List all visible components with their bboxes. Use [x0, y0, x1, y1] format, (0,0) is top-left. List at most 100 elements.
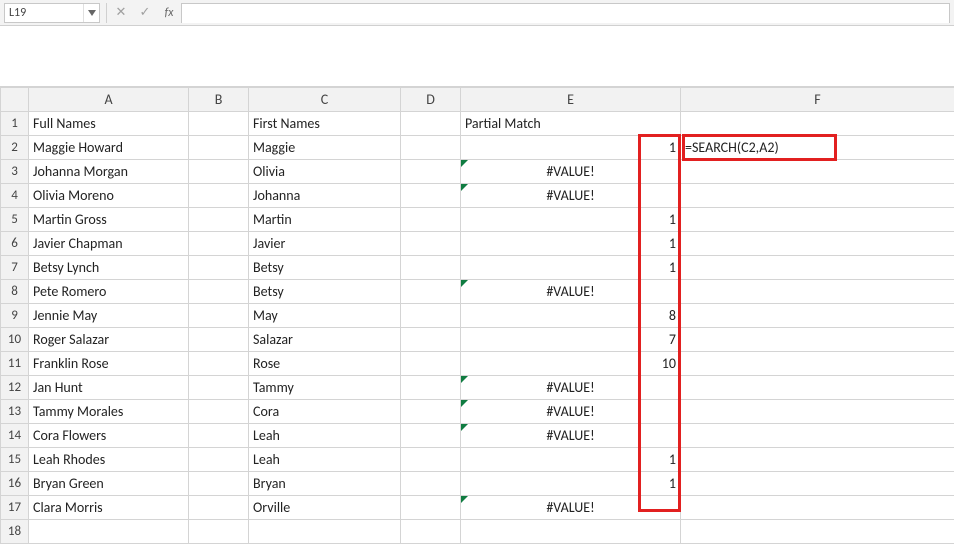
row-header[interactable]: 5 — [1, 208, 29, 232]
row-header[interactable]: 18 — [1, 520, 29, 544]
cell-F6[interactable] — [681, 232, 954, 256]
cell-F1[interactable] — [681, 112, 954, 136]
cell-D17[interactable] — [401, 496, 461, 520]
name-box[interactable] — [5, 4, 83, 22]
cell-B13[interactable] — [189, 400, 249, 424]
spreadsheet-table[interactable]: A B C D E F 1Full NamesFirst NamesPartia… — [0, 87, 954, 544]
cell-A4[interactable]: Olivia Moreno — [29, 184, 189, 208]
cell-E4[interactable]: #VALUE! — [461, 184, 681, 208]
cell-D1[interactable] — [401, 112, 461, 136]
cell-C15[interactable]: Leah — [249, 448, 401, 472]
cell-C1[interactable]: First Names — [249, 112, 401, 136]
cell-A13[interactable]: Tammy Morales — [29, 400, 189, 424]
cell-C14[interactable]: Leah — [249, 424, 401, 448]
cell-E8[interactable]: #VALUE! — [461, 280, 681, 304]
cell-A3[interactable]: Johanna Morgan — [29, 160, 189, 184]
cell-B4[interactable] — [189, 184, 249, 208]
cell-A17[interactable]: Clara Morris — [29, 496, 189, 520]
cell-C16[interactable]: Bryan — [249, 472, 401, 496]
cell-F5[interactable] — [681, 208, 954, 232]
cell-C13[interactable]: Cora — [249, 400, 401, 424]
cell-C6[interactable]: Javier — [249, 232, 401, 256]
cell-F9[interactable] — [681, 304, 954, 328]
cell-B12[interactable] — [189, 376, 249, 400]
cell-A11[interactable]: Franklin Rose — [29, 352, 189, 376]
cell-E9[interactable]: 8 — [461, 304, 681, 328]
cell-B17[interactable] — [189, 496, 249, 520]
cell-F8[interactable] — [681, 280, 954, 304]
cell-B10[interactable] — [189, 328, 249, 352]
cell-A7[interactable]: Betsy Lynch — [29, 256, 189, 280]
cell-C12[interactable]: Tammy — [249, 376, 401, 400]
row-header[interactable]: 15 — [1, 448, 29, 472]
cancel-button[interactable]: ✕ — [109, 3, 133, 23]
cell-F16[interactable] — [681, 472, 954, 496]
cell-F3[interactable] — [681, 160, 954, 184]
cell-B15[interactable] — [189, 448, 249, 472]
select-all-corner[interactable] — [1, 88, 29, 112]
row-header[interactable]: 7 — [1, 256, 29, 280]
cell-A16[interactable]: Bryan Green — [29, 472, 189, 496]
row-header[interactable]: 10 — [1, 328, 29, 352]
col-header-B[interactable]: B — [189, 88, 249, 112]
cell-E15[interactable]: 1 — [461, 448, 681, 472]
cell-C4[interactable]: Johanna — [249, 184, 401, 208]
cell-F18[interactable] — [681, 520, 954, 544]
row-header[interactable]: 8 — [1, 280, 29, 304]
cell-E11[interactable]: 10 — [461, 352, 681, 376]
cell-B3[interactable] — [189, 160, 249, 184]
cell-D12[interactable] — [401, 376, 461, 400]
cell-A12[interactable]: Jan Hunt — [29, 376, 189, 400]
cell-A1[interactable]: Full Names — [29, 112, 189, 136]
cell-A5[interactable]: Martin Gross — [29, 208, 189, 232]
cell-B7[interactable] — [189, 256, 249, 280]
cell-C9[interactable]: May — [249, 304, 401, 328]
cell-E2[interactable]: 1 — [461, 136, 681, 160]
cell-D14[interactable] — [401, 424, 461, 448]
cell-F4[interactable] — [681, 184, 954, 208]
name-box-dropdown[interactable] — [83, 4, 99, 22]
row-header[interactable]: 2 — [1, 136, 29, 160]
row-header[interactable]: 1 — [1, 112, 29, 136]
cell-B18[interactable] — [189, 520, 249, 544]
cell-E1[interactable]: Partial Match — [461, 112, 681, 136]
row-header[interactable]: 16 — [1, 472, 29, 496]
cell-E7[interactable]: 1 — [461, 256, 681, 280]
cell-C11[interactable]: Rose — [249, 352, 401, 376]
cell-E12[interactable]: #VALUE! — [461, 376, 681, 400]
cell-E18[interactable] — [461, 520, 681, 544]
cell-B14[interactable] — [189, 424, 249, 448]
col-header-D[interactable]: D — [401, 88, 461, 112]
cell-A8[interactable]: Pete Romero — [29, 280, 189, 304]
cell-F10[interactable] — [681, 328, 954, 352]
cell-B9[interactable] — [189, 304, 249, 328]
row-header[interactable]: 11 — [1, 352, 29, 376]
cell-E17[interactable]: #VALUE! — [461, 496, 681, 520]
cell-D16[interactable] — [401, 472, 461, 496]
cell-E5[interactable]: 1 — [461, 208, 681, 232]
cell-D3[interactable] — [401, 160, 461, 184]
cell-D9[interactable] — [401, 304, 461, 328]
cell-C18[interactable] — [249, 520, 401, 544]
cell-A15[interactable]: Leah Rhodes — [29, 448, 189, 472]
cell-C5[interactable]: Martin — [249, 208, 401, 232]
enter-button[interactable]: ✓ — [133, 3, 157, 23]
cell-B1[interactable] — [189, 112, 249, 136]
col-header-C[interactable]: C — [249, 88, 401, 112]
cell-C7[interactable]: Betsy — [249, 256, 401, 280]
cell-F12[interactable] — [681, 376, 954, 400]
cell-C3[interactable]: Olivia — [249, 160, 401, 184]
row-header[interactable]: 13 — [1, 400, 29, 424]
cell-B6[interactable] — [189, 232, 249, 256]
cell-D6[interactable] — [401, 232, 461, 256]
cell-D11[interactable] — [401, 352, 461, 376]
row-header[interactable]: 12 — [1, 376, 29, 400]
cell-B5[interactable] — [189, 208, 249, 232]
cell-F14[interactable] — [681, 424, 954, 448]
cell-D8[interactable] — [401, 280, 461, 304]
cell-A2[interactable]: Maggie Howard — [29, 136, 189, 160]
cell-C2[interactable]: Maggie — [249, 136, 401, 160]
cell-D7[interactable] — [401, 256, 461, 280]
cell-F7[interactable] — [681, 256, 954, 280]
col-header-E[interactable]: E — [461, 88, 681, 112]
